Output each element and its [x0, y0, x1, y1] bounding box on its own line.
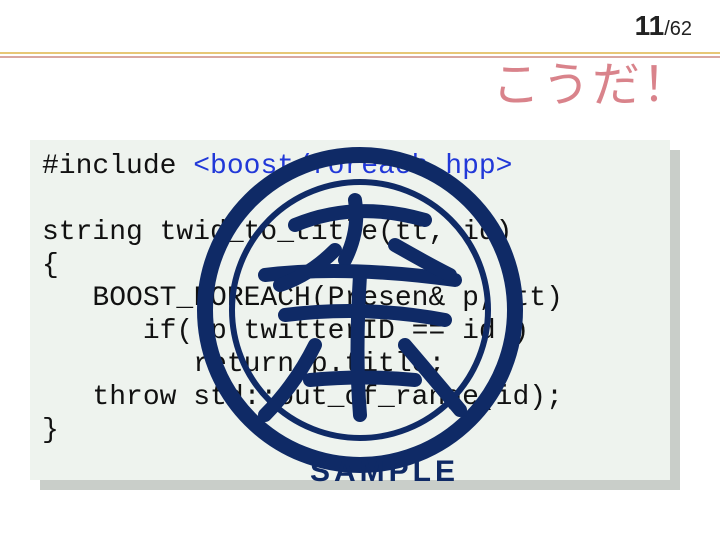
slide-title: こうだ！ [492, 45, 692, 115]
code-line-7: return p.title; [42, 349, 445, 380]
page-current: 11 [635, 10, 665, 41]
sample-watermark: SAMPLE [310, 455, 459, 489]
code-line-8: throw std::out_of_range(id); [42, 382, 563, 413]
page-counter: 11/62 [635, 10, 692, 42]
code-line-4: { [42, 250, 59, 281]
code-line-9: } [42, 415, 59, 446]
code-line-1-header: <boost/foreach.hpp> [193, 151, 512, 182]
code-line-5: BOOST_FOREACH(Presen& p, tt) [42, 283, 563, 314]
code-block: #include <boost/foreach.hpp> string twid… [30, 140, 670, 480]
code-line-1-prefix: #include [42, 151, 193, 182]
code-line-6: if( p.twitterID == id ) [42, 316, 529, 347]
code-line-3: string twid_to_title(tt, id) [42, 217, 512, 248]
page-total: 62 [670, 18, 692, 40]
